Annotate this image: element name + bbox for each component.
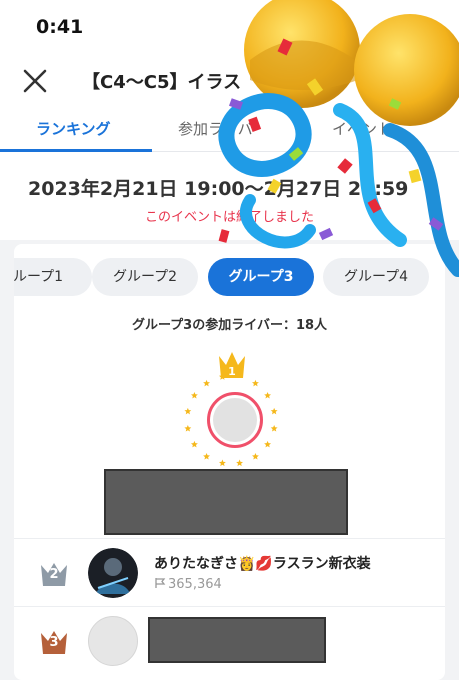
star-icon (264, 440, 272, 448)
redacted-block (104, 469, 348, 535)
star-icon (184, 407, 192, 415)
redacted-block (148, 617, 326, 663)
star-icon (236, 459, 244, 467)
tab-bar: ランキング 参加ライバ イベント (0, 106, 459, 152)
first-place-podium: 1 (179, 348, 283, 472)
star-icon (203, 452, 210, 460)
close-icon (23, 69, 47, 93)
group-chip-4[interactable]: グループ4 (323, 258, 429, 296)
crown-icon: 1 (219, 352, 245, 378)
status-bar: 0:41 (0, 0, 459, 56)
star-icon (252, 452, 259, 460)
page-title: 【C4〜C5】イラス (82, 72, 242, 93)
app-header: 【C4〜C5】イラス (0, 56, 459, 106)
star-icon (218, 459, 226, 467)
rank-badge: 2 (40, 561, 68, 587)
star-icon (252, 379, 259, 387)
event-ended-notice: このイベントは終了しました (144, 210, 314, 225)
group-chip-1[interactable]: ループ1 (14, 258, 92, 296)
avatar[interactable] (88, 616, 138, 666)
avatar-image (88, 548, 138, 598)
star-icon (190, 391, 198, 399)
status-time: 0:41 (36, 16, 84, 38)
star-icon (190, 440, 198, 448)
star-icon (203, 379, 210, 387)
ranking-row-2[interactable]: 2 ありたなぎさ👸💋ラスラン新衣装 365,364 (14, 538, 445, 606)
tab-ranking[interactable]: ランキング (36, 118, 111, 139)
close-button[interactable] (20, 66, 50, 96)
event-info: 2023年2月21日 19:00〜2月27日 23:59 このイベントは終了しま… (0, 152, 459, 240)
star-icon (264, 391, 272, 399)
group-chip-2[interactable]: グループ2 (92, 258, 198, 296)
ranking-row-3[interactable]: 3 (14, 606, 445, 674)
avatar[interactable] (88, 548, 138, 598)
rank-badge: 3 (40, 629, 68, 655)
flag-icon (155, 578, 166, 588)
liver-name: ありたなぎさ👸💋ラスラン新衣装 (154, 556, 371, 572)
tab-participants[interactable]: 参加ライバ (178, 118, 253, 139)
ranking-card: ループ1 グループ2 グループ3 グループ4 グループ3の参加ライバー：18人 … (14, 244, 445, 680)
event-ranking-screen: 0:41 【C4〜C5】イラス ランキング 参加ライバ イベント 2023年2月… (0, 0, 459, 680)
group-participant-count: グループ3の参加ライバー：18人 (131, 318, 328, 333)
group-chip-3[interactable]: グループ3 (208, 258, 314, 296)
event-period: 2023年2月21日 19:00〜2月27日 23:59 (28, 178, 409, 200)
star-icon (270, 407, 278, 415)
group-chip-row[interactable]: ループ1 グループ2 グループ3 グループ4 (14, 258, 445, 300)
podium-rank-number: 1 (228, 365, 236, 378)
points-value: 365,364 (168, 577, 222, 592)
tab-event[interactable]: イベント (332, 118, 392, 139)
star-icon (184, 424, 192, 432)
star-icon (270, 424, 278, 432)
first-place-avatar[interactable] (207, 392, 263, 448)
rank-number: 2 (49, 567, 59, 582)
liver-points: 365,364 (154, 577, 222, 592)
rank-number: 3 (49, 635, 59, 650)
